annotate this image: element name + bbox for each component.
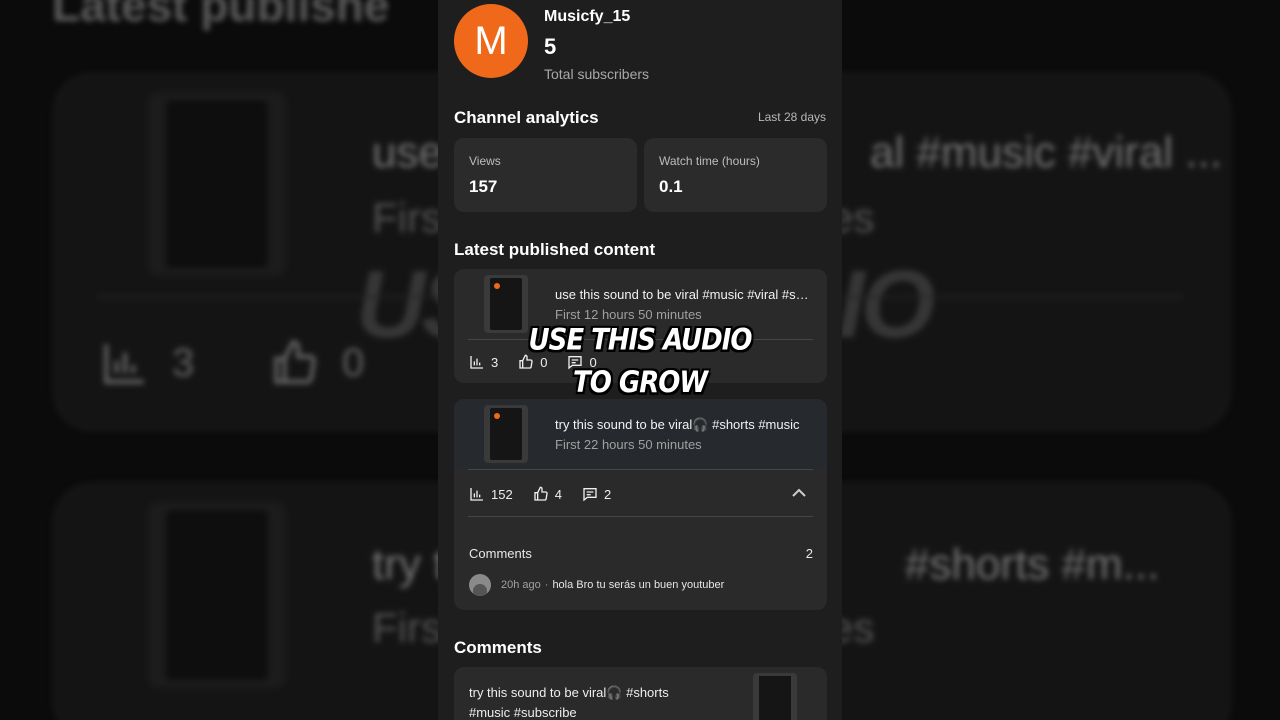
likes-stat: 4 bbox=[533, 486, 562, 502]
subscriber-label: Total subscribers bbox=[544, 66, 650, 82]
bg-sub2-left: Firs bbox=[372, 604, 442, 651]
comments-count: 2 bbox=[603, 486, 612, 502]
bg-thumbnail bbox=[148, 502, 286, 688]
video-period: First 22 hours 50 minutes bbox=[555, 437, 702, 452]
content-item-header[interactable]: try this sound to be viral🎧 #shorts #mus… bbox=[454, 399, 827, 469]
thumbs-up-icon bbox=[274, 340, 316, 384]
comments-stat: 2 bbox=[582, 486, 611, 502]
date-range: Last 28 days bbox=[757, 110, 826, 124]
bg-caption-right: IO bbox=[838, 251, 935, 358]
watch-time-label: Watch time (hours) bbox=[659, 154, 760, 168]
views-value: 157 bbox=[469, 177, 498, 196]
video-title: try this sound to be viral🎧 #shorts #mus… bbox=[555, 417, 800, 432]
bg-views-stat: 3 bbox=[100, 338, 194, 388]
bg-title-right: al #music #viral ... bbox=[870, 128, 1223, 177]
video-thumbnail[interactable] bbox=[753, 673, 797, 720]
bar-chart-icon bbox=[470, 488, 483, 501]
caption-line-1: USE THIS AUDIO bbox=[528, 323, 752, 358]
chevron-up-icon[interactable] bbox=[791, 487, 807, 499]
channel-header[interactable]: M Musicfy_15 5 Total subscribers bbox=[454, 4, 649, 82]
comments-label[interactable]: Comments bbox=[469, 546, 532, 561]
divider bbox=[468, 469, 813, 470]
bg-thumbnail bbox=[148, 92, 286, 276]
views-count: 152 bbox=[491, 486, 513, 502]
thumbs-up-icon bbox=[534, 486, 548, 501]
bg-title-left: use bbox=[372, 128, 443, 177]
likes-count: 4 bbox=[554, 486, 562, 502]
watch-time-card[interactable]: Watch time (hours) 0.1 bbox=[644, 138, 827, 212]
views-label: Views bbox=[469, 154, 501, 168]
comment-video-title-continued: #music #subscribe bbox=[469, 705, 577, 720]
comment-video-title: try this sound to be viral🎧 #shorts bbox=[469, 685, 669, 700]
video-caption-overlay: USE THIS AUDIO TO GROW bbox=[460, 319, 820, 404]
views-stat: 152 bbox=[469, 486, 513, 502]
comments-heading: Comments bbox=[454, 638, 542, 657]
bg-likes-stat: 0 bbox=[270, 338, 364, 388]
latest-heading: Latest published content bbox=[454, 240, 656, 259]
comment-text: hola Bro tu serás un buen youtuber bbox=[552, 579, 725, 591]
views-card[interactable]: Views 157 bbox=[454, 138, 637, 212]
divider bbox=[468, 516, 813, 517]
comment-preview[interactable]: 20h ago · hola Bro tu serás un buen yout… bbox=[469, 574, 724, 596]
content-item[interactable]: try this sound to be viral🎧 #shorts #mus… bbox=[454, 399, 827, 610]
channel-name: Musicfy_15 bbox=[544, 8, 631, 25]
bg-heading: Latest publishe bbox=[52, 0, 390, 31]
commenter-avatar[interactable] bbox=[469, 574, 491, 596]
video-stats: 152 4 2 bbox=[469, 486, 631, 502]
comment-card[interactable]: try this sound to be viral🎧 #shorts #mus… bbox=[454, 667, 827, 720]
subscriber-count: 5 bbox=[544, 34, 557, 59]
watch-time-value: 0.1 bbox=[659, 177, 683, 196]
caption-line-2: TO GROW bbox=[572, 366, 708, 401]
analytics-heading: Channel analytics bbox=[454, 108, 599, 127]
bg-title2-right: #shorts #m... bbox=[905, 540, 1160, 589]
bg-views-value: 3 bbox=[172, 340, 195, 385]
bar-chart-icon bbox=[104, 344, 144, 384]
video-thumbnail[interactable] bbox=[484, 405, 528, 463]
bg-likes-value: 0 bbox=[342, 340, 365, 385]
comment-time: 20h ago bbox=[501, 579, 541, 591]
separator-dot: · bbox=[544, 579, 549, 591]
bg-title2-left: try t bbox=[372, 540, 446, 589]
comments-total: 2 bbox=[805, 546, 813, 561]
channel-avatar[interactable]: M bbox=[454, 4, 528, 78]
video-title: use this sound to be viral #music #viral… bbox=[555, 287, 811, 302]
comment-icon bbox=[583, 488, 597, 502]
